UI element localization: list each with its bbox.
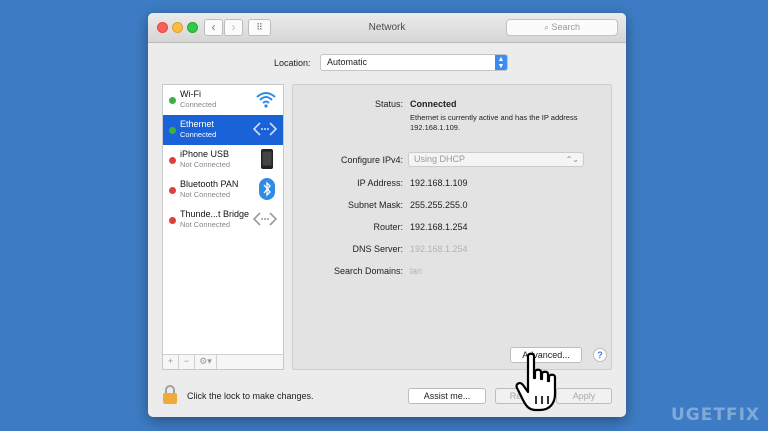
iphone-icon [260,148,274,172]
help-button[interactable]: ? [593,348,607,362]
configure-ipv4-label: Configure IPv4: [340,155,403,165]
select-arrows-icon: ▲ ▼ [495,55,507,70]
status-dot [169,187,176,194]
lock-icon[interactable] [162,385,178,407]
ethernet-icon [252,120,278,140]
router-label: Router: [373,222,403,232]
service-item-bluetooth-pan[interactable]: Bluetooth PAN Not Connected [163,175,283,205]
status-label: Status: [374,99,403,109]
location-value: Automatic [327,57,368,67]
service-item-iphone-usb[interactable]: iPhone USB Not Connected [163,145,283,175]
title-bar: ‹ › ⠿ Network ⌕ Search [148,13,626,43]
apply-button[interactable]: Apply [556,388,612,404]
ip-address-label: IP Address: [357,178,403,188]
search-icon: ⌕ [543,22,549,32]
remove-service-button[interactable]: − [179,355,195,369]
configure-ipv4-select[interactable]: Using DHCP ⌃⌄ [408,152,584,167]
chevron-updown-icon: ⌃⌄ [565,155,579,164]
hand-pointer-cursor-icon [514,352,562,416]
detail-pane: Status: Connected Ethernet is currently … [292,84,612,370]
add-service-button[interactable]: + [163,355,179,369]
search-domains-value: lan [410,266,423,276]
search-placeholder: Search [551,22,581,32]
search-domains-label: Search Domains: [333,266,403,276]
ip-address-value: 192.168.1.109 [410,178,468,188]
status-value: Connected [410,99,457,109]
status-dot [169,217,176,224]
status-dot [169,97,176,104]
subnet-mask-value: 255.255.255.0 [410,200,468,210]
assist-me-button[interactable]: Assist me... [408,388,486,404]
bluetooth-icon [259,178,275,202]
wifi-icon [255,90,277,110]
location-label: Location: [274,58,311,68]
status-description: Ethernet is currently active and has the… [410,113,578,132]
configure-ipv4-value: Using DHCP [414,154,466,164]
service-list: Wi-Fi Connected Ethernet Connected iPhon… [162,84,284,370]
status-dot [169,127,176,134]
gear-menu-button[interactable]: ⚙▾ [195,355,217,369]
search-field[interactable]: ⌕ Search [506,19,618,36]
router-value: 192.168.1.254 [410,222,468,232]
subnet-mask-label: Subnet Mask: [347,200,403,210]
service-list-toolbar: + − ⚙▾ [163,354,283,369]
dns-server-value: 192.168.1.254 [410,244,468,254]
service-item-ethernet[interactable]: Ethernet Connected [163,115,283,145]
status-dot [169,157,176,164]
service-item-thunderbolt-bridge[interactable]: Thunde...t Bridge Not Connected [163,205,283,235]
dns-server-label: DNS Server: [352,244,403,254]
ugetfix-watermark: UGETFIX [670,405,760,425]
lock-message: Click the lock to make changes. [187,391,314,401]
location-select[interactable]: Automatic ▲ ▼ [320,54,508,71]
service-item-wifi[interactable]: Wi-Fi Connected [163,85,283,115]
thunderbolt-bridge-icon [252,210,278,230]
